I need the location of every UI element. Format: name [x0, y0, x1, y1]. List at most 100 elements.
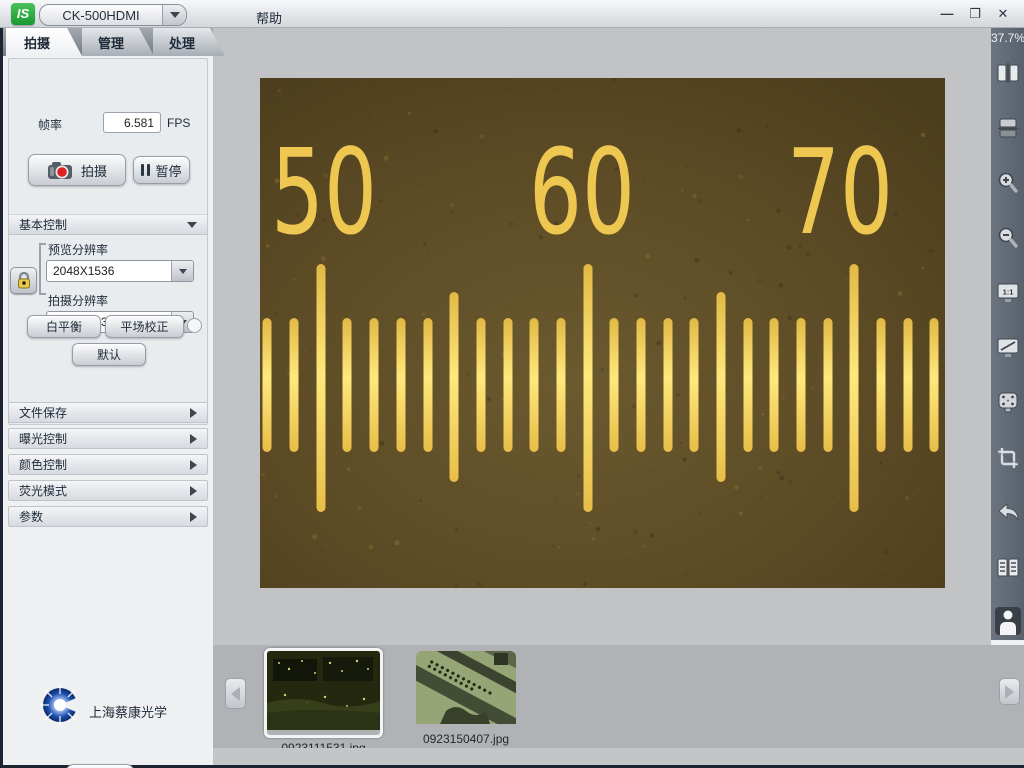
section-parameters[interactable]: 参数: [8, 506, 208, 527]
browse-images-button[interactable]: [991, 553, 1024, 583]
collapse-arrow-icon: [187, 222, 197, 228]
section-label: 荧光模式: [19, 482, 67, 499]
white-balance-button[interactable]: 白平衡: [27, 315, 101, 338]
expand-arrow-icon: [190, 460, 197, 470]
viewer-area: 50 60 70: [213, 28, 991, 645]
pause-button-label: 暂停: [155, 161, 181, 180]
ruler-label-70: 70: [787, 123, 893, 261]
expand-arrow-icon: [190, 434, 197, 444]
capture-button[interactable]: 拍摄: [28, 154, 126, 186]
crop-icon: [996, 446, 1020, 470]
chevron-down-icon: [170, 12, 180, 18]
flat-field-checkbox[interactable]: [187, 318, 202, 333]
pause-icon: [141, 164, 150, 176]
zoom-percent-label: 37.7%: [991, 28, 1024, 45]
preview-resolution-value: 2048X1536: [47, 264, 171, 278]
section-file-save[interactable]: 文件保存: [8, 402, 208, 423]
pause-button[interactable]: 暂停: [133, 156, 190, 184]
user-icon: [994, 606, 1022, 636]
expand-arrow-icon: [190, 408, 197, 418]
dropdown-arrow-button[interactable]: [171, 261, 193, 281]
ruler-label-50: 50: [271, 123, 377, 261]
lock-icon: [16, 272, 32, 290]
capture-settings-panel: 帧率 FPS 拍摄 暂停 基本控制: [8, 58, 208, 425]
window-controls: — ❐ ✕: [938, 6, 1012, 22]
basic-control-title: 基本控制: [19, 216, 67, 233]
chevron-left-icon: [231, 687, 240, 701]
split-vertical-button[interactable]: [991, 58, 1024, 88]
flat-field-button[interactable]: 平场校正: [105, 315, 184, 338]
restore-button[interactable]: ❐: [966, 6, 984, 22]
resolution-link-bracket: [39, 243, 46, 295]
filmstrip: 0923111531.jpg: [213, 645, 1024, 765]
device-select[interactable]: CK-500HDMI: [39, 4, 187, 26]
default-button[interactable]: 默认: [72, 343, 146, 366]
section-label: 参数: [19, 508, 43, 525]
control-panel: 拍摄 管理 处理 帧率 FPS 拍摄 暂停: [3, 28, 213, 765]
thumbnail-filename: 0923150407.jpg: [416, 732, 516, 746]
capture-resolution-label: 拍摄分辨率: [48, 292, 108, 309]
tab-manage[interactable]: 管理: [82, 28, 154, 56]
section-color-control[interactable]: 颜色控制: [8, 454, 208, 475]
filmstrip-next-button[interactable]: [999, 678, 1020, 705]
tab-bar: 拍摄 管理 处理: [3, 28, 213, 56]
app-window: IS CK-500HDMI 帮助 — ❐ ✕ 拍摄 管理 处理 帧率 FPS: [0, 0, 1024, 768]
preview-resolution-dropdown[interactable]: 2048X1536: [46, 260, 194, 282]
zoom-out-icon: [996, 226, 1020, 250]
actual-size-icon: 1:1: [995, 281, 1021, 305]
zoom-out-button[interactable]: [991, 223, 1024, 253]
basic-control-header[interactable]: 基本控制: [9, 214, 207, 235]
minimize-button[interactable]: —: [938, 6, 956, 22]
section-fluorescence-mode[interactable]: 荧光模式: [8, 480, 208, 501]
undo-icon: [995, 501, 1021, 525]
thumbnail-image: [416, 651, 516, 724]
split-horizontal-button[interactable]: [991, 113, 1024, 143]
thumbnail-item[interactable]: 0923111531.jpg: [264, 648, 383, 755]
section-label: 曝光控制: [19, 430, 67, 447]
capture-button-label: 拍摄: [81, 161, 107, 180]
device-select-arrow-button[interactable]: [162, 5, 186, 25]
frame-rate-label: 帧率: [38, 116, 62, 133]
fit-screen-button[interactable]: [991, 333, 1024, 363]
frame-rate-input[interactable]: [103, 112, 161, 133]
close-button[interactable]: ✕: [994, 6, 1012, 22]
user-button[interactable]: [991, 606, 1024, 636]
split-horizontal-icon: [996, 117, 1020, 139]
filmstrip-prev-button[interactable]: [225, 678, 246, 709]
thumbnail-image: [267, 651, 380, 730]
zoom-in-button[interactable]: [991, 168, 1024, 198]
svg-text:1:1: 1:1: [1002, 288, 1013, 297]
ruler-label-60: 60: [529, 123, 635, 261]
title-bar: IS CK-500HDMI 帮助 — ❐ ✕: [0, 0, 1024, 28]
microscope-live-image[interactable]: 50 60 70: [260, 78, 945, 588]
chevron-down-icon: [179, 269, 187, 274]
fit-screen-icon: [995, 336, 1021, 360]
section-label: 文件保存: [19, 404, 67, 421]
actual-size-button[interactable]: 1:1: [991, 278, 1024, 308]
tab-capture[interactable]: 拍摄: [6, 28, 82, 56]
crop-button[interactable]: [991, 443, 1024, 473]
filmstrip-footer: [213, 748, 1024, 765]
resolution-lock-button[interactable]: [10, 267, 37, 294]
split-vertical-icon: [996, 62, 1020, 84]
zoom-in-icon: [996, 171, 1020, 195]
company-logo-icon: [37, 682, 83, 728]
help-menu[interactable]: 帮助: [250, 6, 288, 29]
camera-head-button[interactable]: [991, 388, 1024, 418]
preview-resolution-label: 预览分辨率: [48, 241, 108, 258]
chevron-right-icon: [1005, 685, 1014, 699]
section-exposure-control[interactable]: 曝光控制: [8, 428, 208, 449]
device-name: CK-500HDMI: [40, 8, 162, 23]
expand-arrow-icon: [190, 512, 197, 522]
app-logo: IS: [11, 3, 35, 25]
ruler-numbers: 50 60 70: [271, 123, 893, 261]
browse-images-icon: [995, 556, 1021, 580]
section-label: 颜色控制: [19, 456, 67, 473]
camera-icon: [47, 160, 75, 180]
thumbnail-item[interactable]: 0923150407.jpg: [416, 651, 516, 746]
undo-button[interactable]: [991, 498, 1024, 528]
viewer-toolbar: 37.7%: [991, 28, 1024, 640]
expand-arrow-icon: [190, 486, 197, 496]
upgrade-button[interactable]: 升级: [65, 764, 135, 768]
fps-unit-label: FPS: [167, 116, 190, 130]
